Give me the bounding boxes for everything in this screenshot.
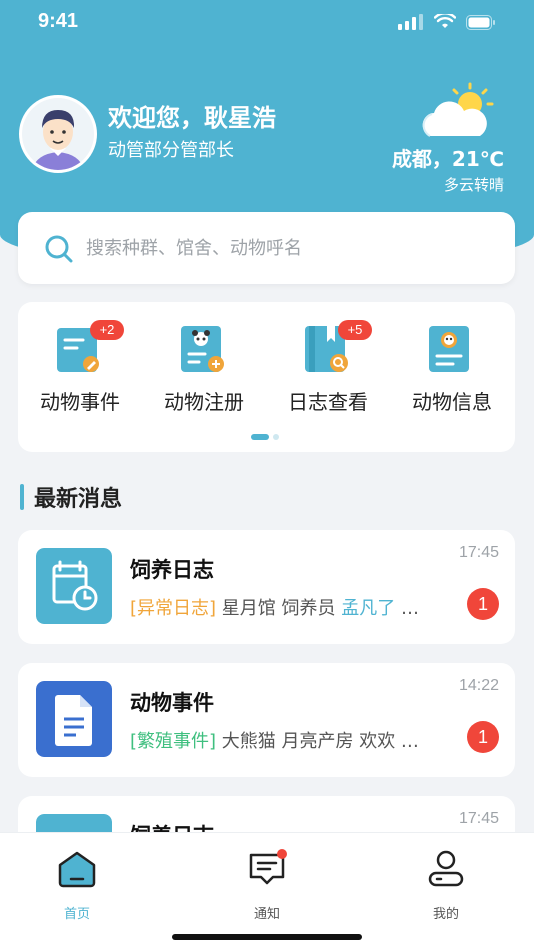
weather-city-temp: 成都，21℃ <box>391 147 504 171</box>
section-title: 最新消息 <box>20 482 122 512</box>
news-time: 17:45 <box>458 544 499 561</box>
news-tag: [繁殖事件] <box>130 731 217 752</box>
user-avatar-icon <box>22 98 94 170</box>
tab-label: 首页 <box>63 907 90 922</box>
page-dot <box>273 434 279 440</box>
quick-menu: +2 动物事件 动物注册 +5 日志查看 动物信息 <box>18 302 515 452</box>
greeting-text: 欢迎您，耿星浩 <box>108 104 276 132</box>
avatar[interactable] <box>19 95 97 173</box>
news-time: 17:45 <box>458 810 499 827</box>
animal-register-icon <box>181 326 224 372</box>
unread-badge: 1 <box>467 721 499 753</box>
user-role: 动管部分管部长 <box>108 140 234 161</box>
user-icon <box>428 850 464 887</box>
news-item[interactable]: 动物事件 14:22 [繁殖事件] 大熊猫 月亮产房 欢欢 … 1 <box>18 663 515 777</box>
animal-info-icon <box>429 326 469 372</box>
search-bar[interactable] <box>18 212 515 284</box>
unread-badge: 1 <box>467 588 499 620</box>
weather-description: 多云转晴 <box>443 176 504 194</box>
battery-icon <box>466 14 495 30</box>
page-indicator <box>251 434 279 440</box>
menu-item-label: 动物注册 <box>164 390 244 414</box>
tab-label: 我的 <box>432 907 459 922</box>
document-icon <box>36 681 112 757</box>
tab-label: 通知 <box>253 907 280 922</box>
home-icon <box>58 851 96 888</box>
tab-notifications[interactable]: 通知 <box>207 847 327 922</box>
calendar-clock-icon <box>36 548 112 624</box>
partly-cloudy-icon <box>422 82 494 137</box>
menu-item-animal-register[interactable]: 动物注册 <box>142 326 266 426</box>
badge-count: +5 <box>338 320 372 340</box>
menu-item-label: 日志查看 <box>288 390 368 414</box>
news-summary: [繁殖事件] 大熊猫 月亮产房 欢欢 … <box>130 727 460 753</box>
tab-home[interactable]: 首页 <box>17 847 137 922</box>
menu-item-label: 动物事件 <box>40 390 120 414</box>
page-dot-active <box>251 434 269 440</box>
news-title: 饲养日志 <box>130 558 214 582</box>
menu-item-log-view[interactable]: +5 日志查看 <box>266 320 390 426</box>
badge-count: +2 <box>90 320 124 340</box>
news-item[interactable]: 饲养日志 17:45 [异常日志] 星月馆 饲养员 孟凡了 … 1 <box>18 530 515 644</box>
news-text: 大熊猫 月亮产房 欢欢 … <box>216 731 419 752</box>
bottom-tab-bar: 首页 通知 我的 <box>0 832 534 950</box>
news-text: 星月馆 饲养员 <box>216 598 342 619</box>
news-title: 动物事件 <box>130 691 214 715</box>
search-input[interactable] <box>86 234 486 262</box>
news-time: 14:22 <box>458 677 499 694</box>
news-tag: [异常日志] <box>130 598 217 619</box>
wifi-icon <box>434 14 456 28</box>
search-icon <box>45 235 73 263</box>
home-indicator <box>172 934 362 940</box>
message-icon <box>249 849 287 885</box>
section-title-text: 最新消息 <box>34 487 123 512</box>
status-time: 9:41 <box>38 10 79 32</box>
tab-profile[interactable]: 我的 <box>386 847 506 922</box>
section-title-bar <box>20 484 24 510</box>
news-ellipsis: … <box>395 598 419 619</box>
menu-item-animal-info[interactable]: 动物信息 <box>390 326 514 426</box>
news-summary: [异常日志] 星月馆 饲养员 孟凡了 … <box>130 594 460 620</box>
menu-item-animal-event[interactable]: +2 动物事件 <box>18 320 142 426</box>
status-bar: 9:41 <box>0 0 534 44</box>
menu-item-label: 动物信息 <box>412 390 492 414</box>
signal-icon <box>398 14 423 30</box>
news-person: 孟凡了 <box>341 598 396 619</box>
